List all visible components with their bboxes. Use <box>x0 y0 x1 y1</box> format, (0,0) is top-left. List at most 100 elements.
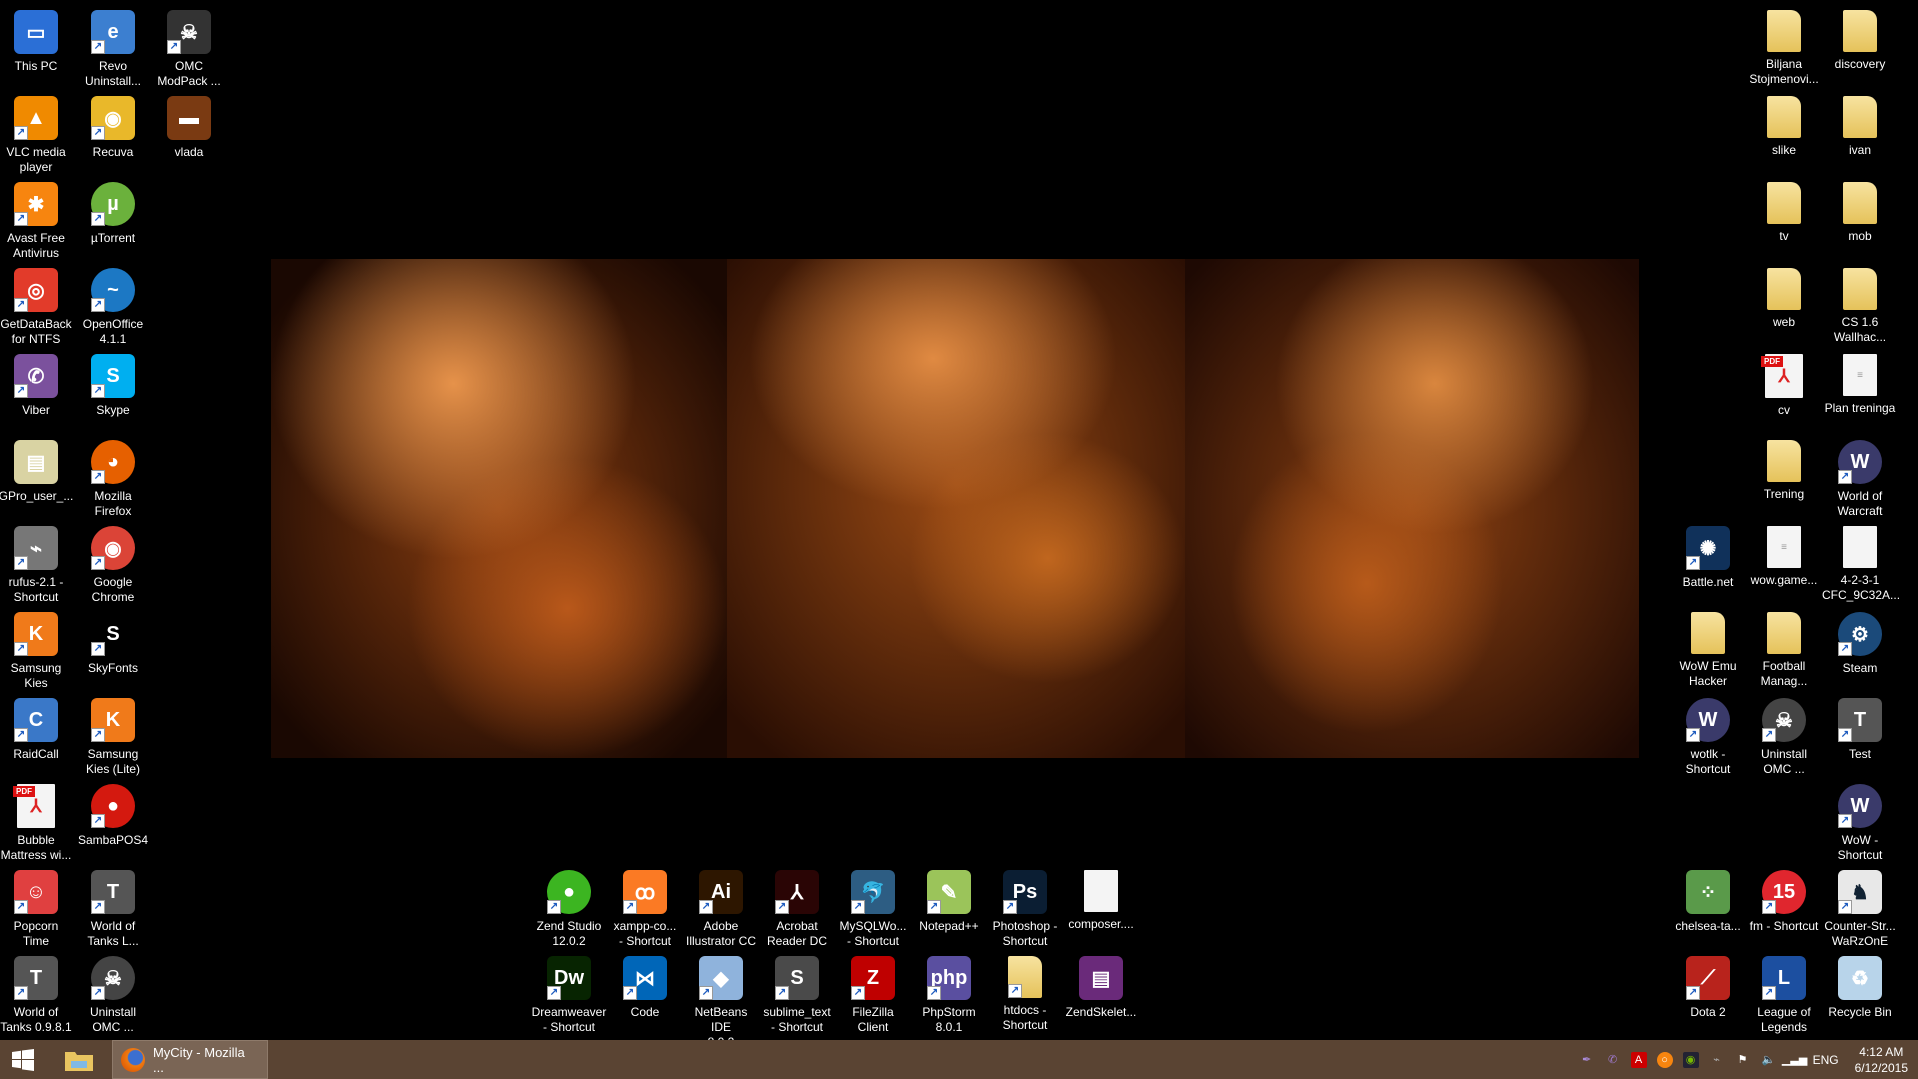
desktop-icon[interactable]: ▤ ZendSkelet... <box>1063 954 1139 1020</box>
desktop-icon[interactable]: ◕ ↗ Mozilla Firefox <box>75 438 151 519</box>
adobe-tray-icon[interactable]: A <box>1630 1051 1647 1068</box>
desktop-icon[interactable]: ● ↗ Zend Studio 12.0.2 <box>531 868 607 949</box>
desktop-icon-label: RaidCall <box>13 747 59 761</box>
desktop-icon[interactable]: composer.... <box>1063 868 1139 932</box>
desktop-icon[interactable]: L ↗ League of Legends <box>1746 954 1822 1035</box>
desktop-icon[interactable]: ◉ ↗ Recuva <box>75 94 151 160</box>
desktop-icon[interactable]: ▲ ↗ VLC media player <box>0 94 74 175</box>
desktop-icon[interactable]: ivan <box>1822 94 1898 158</box>
desktop-icon[interactable]: ⅄ cv <box>1746 352 1822 418</box>
desktop-icon[interactable]: ◎ ↗ GetDataBack for NTFS <box>0 266 74 347</box>
desktop-icon[interactable]: 15 ↗ fm - Shortcut <box>1746 868 1822 934</box>
folder-icon <box>1767 96 1801 138</box>
desktop-icon[interactable]: K ↗ Samsung Kies (Lite) <box>75 696 151 777</box>
desktop-icon[interactable]: ▤ GPro_user_... <box>0 438 74 504</box>
pen-icon[interactable]: ✒ <box>1579 1052 1595 1068</box>
volume-icon[interactable]: 🔈 <box>1761 1052 1777 1068</box>
desktop-icon[interactable]: ✺ ↗ Battle.net <box>1670 524 1746 590</box>
desktop-icon[interactable]: ☠ ↗ OMC ModPack ... <box>151 8 227 89</box>
desktop-icon[interactable]: Trening <box>1746 438 1822 502</box>
desktop-icon[interactable]: ☠ ↗ Uninstall OMC ... <box>75 954 151 1035</box>
desktop-icon[interactable]: ◆↗NetBeans IDE 8.0.2 <box>683 954 759 1050</box>
desktop-icon[interactable]: Dw ↗ Dreamweaver - Shortcut <box>531 954 607 1035</box>
wallpaper-panel-right <box>1185 259 1639 758</box>
desktop-icon[interactable]: ⟋ ↗ Dota 2 <box>1670 954 1746 1020</box>
desktop-icon[interactable]: 🐬 ↗ MySQLWo... - Shortcut <box>835 868 911 949</box>
desktop-icon[interactable]: ⅄ ↗ Acrobat Reader DC <box>759 868 835 949</box>
usb-safe-remove-icon[interactable]: ⌁ <box>1709 1052 1725 1068</box>
desktop-icon[interactable]: mob <box>1822 180 1898 244</box>
desktop-icon[interactable]: discovery <box>1822 8 1898 72</box>
desktop-icon[interactable]: ▬ vlada <box>151 94 227 160</box>
nvidia-icon[interactable]: ◉ <box>1682 1051 1699 1068</box>
desktop-icon-label: Dota 2 <box>1690 1005 1726 1019</box>
taskbar-firefox-window[interactable]: MyCity - Mozilla ... <box>112 1040 268 1079</box>
desktop-icon[interactable]: php ↗ PhpStorm 8.0.1 <box>911 954 987 1035</box>
notepadpp-icon: ✎ ↗ <box>927 870 971 914</box>
usb-icon: ⌁ ↗ <box>14 526 58 570</box>
desktop-icon[interactable]: ⅄ Bubble Mattress wi... <box>0 782 74 863</box>
shortcut-arrow-icon: ↗ <box>91 126 105 140</box>
desktop-icon[interactable]: 4-2-3-1 CFC_9C32A... <box>1822 524 1900 603</box>
desktop-icon[interactable]: S ↗ Skype <box>75 352 151 418</box>
desktop-icon[interactable]: ⌁ ↗ rufus-2.1 - Shortcut <box>0 524 74 605</box>
desktop-icon[interactable]: Football Manag... <box>1746 610 1822 689</box>
desktop-icon[interactable]: Z ↗ FileZilla Client <box>835 954 911 1035</box>
desktop-icon-label: ZendSkelet... <box>1065 1005 1137 1019</box>
desktop-icon[interactable]: slike <box>1746 94 1822 158</box>
desktop-icon[interactable]: ⁘ chelsea-ta... <box>1670 868 1746 934</box>
desktop-icon[interactable]: ☠ ↗ Uninstall OMC ... <box>1746 696 1822 777</box>
desktop-icon[interactable]: ♻ Recycle Bin <box>1822 954 1898 1020</box>
shortcut-arrow-icon: ↗ <box>927 986 941 1000</box>
desktop-icon[interactable]: K ↗ Samsung Kies <box>0 610 74 691</box>
desktop-icon[interactable]: WoW Emu Hacker <box>1670 610 1746 689</box>
start-button[interactable] <box>0 1040 46 1079</box>
desktop-icon[interactable]: ● ↗ SambaPOS4 <box>75 782 151 848</box>
dreamweaver-icon: Dw ↗ <box>547 956 591 1000</box>
desktop-icon[interactable]: T ↗ World of Tanks 0.9.8.1 <box>0 954 74 1035</box>
desktop-icon[interactable]: ◉ ↗ Google Chrome <box>75 524 151 605</box>
desktop-icon[interactable]: S ↗ sublime_text - Shortcut <box>759 954 835 1035</box>
desktop-icon[interactable]: ≡ wow.game... <box>1746 524 1822 588</box>
shortcut-arrow-icon: ↗ <box>14 900 28 914</box>
file-explorer-button[interactable] <box>46 1040 112 1079</box>
desktop-icon[interactable]: ✎ ↗ Notepad++ <box>911 868 987 934</box>
desktop-icon[interactable]: T ↗ World of Tanks L... <box>75 868 151 949</box>
blank-file-icon <box>1084 870 1118 912</box>
viber-tray-icon[interactable]: ✆ <box>1605 1052 1621 1068</box>
desktop-icon-label: cv <box>1778 403 1790 417</box>
desktop-icon[interactable]: T ↗ Test <box>1822 696 1898 762</box>
phpstorm-icon: php ↗ <box>927 956 971 1000</box>
desktop-icon[interactable]: W ↗ World of Warcraft <box>1822 438 1898 519</box>
desktop-icon[interactable]: ♞ ↗ Counter-Str... WaRzOnE <box>1822 868 1898 949</box>
language-indicator[interactable]: ENG <box>1813 1053 1839 1067</box>
clock[interactable]: 4:12 AM 6/12/2015 <box>1855 1044 1908 1076</box>
desktop-icon[interactable]: ↗ htdocs - Shortcut <box>987 954 1063 1033</box>
desktop-icon[interactable]: W ↗ WoW - Shortcut <box>1822 782 1898 863</box>
desktop-icon[interactable]: ⋈ ↗ Code <box>607 954 683 1020</box>
desktop-icon[interactable]: tv <box>1746 180 1822 244</box>
desktop-icon[interactable]: ☺ ↗ Popcorn Time <box>0 868 74 949</box>
avast-tray-icon[interactable]: ○ <box>1656 1051 1673 1068</box>
desktop-icon[interactable]: µ ↗ µTorrent <box>75 180 151 246</box>
desktop-icon[interactable]: ⚙ ↗ Steam <box>1822 610 1898 676</box>
desktop-icon[interactable]: ꝏ ↗ xampp-co... - Shortcut <box>607 868 683 949</box>
desktop-icon[interactable]: ≡ Plan treninga <box>1822 352 1898 416</box>
folder-icon <box>1843 268 1877 310</box>
desktop-icon[interactable]: Biljana Stojmenovi... <box>1746 8 1822 87</box>
network-signal-icon[interactable]: ▁▃▅ <box>1782 1052 1807 1068</box>
desktop-icon[interactable]: web <box>1746 266 1822 330</box>
desktop-icon[interactable]: ~ ↗ OpenOffice 4.1.1 <box>75 266 151 347</box>
desktop-icon[interactable]: CS 1.6 Wallhac... <box>1822 266 1898 345</box>
desktop-icon[interactable]: e ↗ Revo Uninstall... <box>75 8 151 89</box>
desktop-icon[interactable]: Ai ↗ Adobe Illustrator CC <box>683 868 759 949</box>
action-center-flag-icon[interactable]: ⚑ <box>1735 1052 1751 1068</box>
desktop-icon[interactable]: ▭ This PC <box>0 8 74 74</box>
desktop-icon[interactable]: ✱ ↗ Avast Free Antivirus <box>0 180 74 261</box>
desktop-icon[interactable]: Ps ↗ Photoshop - Shortcut <box>987 868 1063 949</box>
desktop-icon[interactable]: C ↗ RaidCall <box>0 696 74 762</box>
desktop-icon[interactable]: W ↗ wotlk - Shortcut <box>1670 696 1746 777</box>
desktop-icon[interactable]: S ↗ SkyFonts <box>75 610 151 676</box>
desktop-icon-label: web <box>1772 315 1795 329</box>
desktop-icon[interactable]: ✆ ↗ Viber <box>0 352 74 418</box>
